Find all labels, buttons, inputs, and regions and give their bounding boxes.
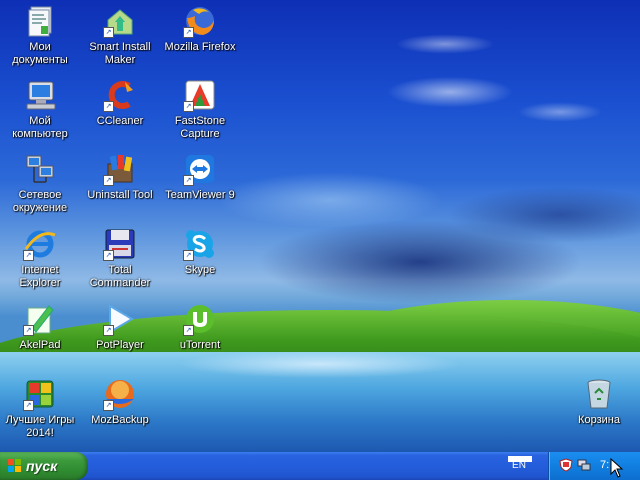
my-documents-icon — [23, 4, 57, 38]
shortcut-arrow-icon: ↗ — [103, 175, 114, 186]
language-bar — [508, 456, 532, 462]
shield-icon[interactable] — [559, 458, 573, 472]
utorrent-icon: ↗ — [183, 302, 217, 336]
desktop-icon-faststone-capture[interactable]: ↗ FastStone Capture — [161, 78, 239, 141]
smart-install-maker-icon: ↗ — [103, 4, 137, 38]
faststone-capture-icon: ↗ — [183, 78, 217, 112]
desktop[interactable]: Мои документы Мой компьютер Сетевое окру… — [0, 0, 640, 452]
shortcut-arrow-icon: ↗ — [183, 175, 194, 186]
desktop-icon-uninstall-tool[interactable]: ↗ Uninstall Tool — [81, 152, 159, 202]
shortcut-arrow-icon: ↗ — [23, 325, 34, 336]
my-computer-icon — [23, 78, 57, 112]
desktop-icon-label: Лучшие Игры 2014! — [5, 414, 75, 439]
desktop-icon-label: MozBackup — [91, 414, 149, 426]
teamviewer-icon: ↗ — [183, 152, 217, 186]
uninstall-tool-icon: ↗ — [103, 152, 137, 186]
desktop-icon-potplayer[interactable]: ↗ PotPlayer — [81, 302, 159, 352]
shortcut-arrow-icon: ↗ — [23, 250, 34, 261]
desktop-icon-label: Мой компьютер — [12, 115, 68, 140]
windows-logo-icon — [8, 459, 22, 473]
firefox-icon: ↗ — [183, 4, 217, 38]
desktop-icon-recycle-bin[interactable]: Корзина — [560, 377, 638, 427]
desktop-icon-teamviewer[interactable]: ↗ TeamViewer 9 — [161, 152, 239, 202]
mozbackup-icon: ↗ — [103, 377, 137, 411]
ccleaner-icon: ↗ — [103, 78, 137, 112]
desktop-icon-label: AkelPad — [19, 339, 61, 351]
desktop-icon-mozilla-firefox[interactable]: ↗ Mozilla Firefox — [161, 4, 239, 54]
language-indicator[interactable]: EN — [506, 456, 532, 472]
taskbar: пуск EN 7: — [0, 452, 640, 480]
start-button[interactable]: пуск — [0, 452, 88, 480]
desktop-icon-label: uTorrent — [179, 339, 221, 351]
internet-explorer-icon: ↗ — [23, 227, 57, 261]
total-commander-icon: ↗ — [103, 227, 137, 261]
desktop-icon-internet-explorer[interactable]: ↗ Internet Explorer — [1, 227, 79, 290]
desktop-icon-smart-install-maker[interactable]: ↗ Smart Install Maker — [81, 4, 159, 67]
desktop-icon-label: Total Commander — [89, 264, 151, 289]
network-icon[interactable] — [577, 458, 591, 472]
potplayer-icon: ↗ — [103, 302, 137, 336]
shortcut-arrow-icon: ↗ — [183, 27, 194, 38]
desktop-icon-label: Корзина — [578, 414, 620, 426]
desktop-icon-label: TeamViewer 9 — [165, 189, 235, 201]
system-tray — [548, 452, 640, 480]
desktop-icon-label: Mozilla Firefox — [164, 41, 236, 53]
shortcut-arrow-icon: ↗ — [103, 400, 114, 411]
shortcut-arrow-icon: ↗ — [103, 101, 114, 112]
desktop-icon-skype[interactable]: ↗ Skype — [161, 227, 239, 277]
desktop-icon-best-games[interactable]: ↗ Лучшие Игры 2014! — [1, 377, 79, 440]
desktop-icon-mozbackup[interactable]: ↗ MozBackup — [81, 377, 159, 427]
shortcut-arrow-icon: ↗ — [103, 325, 114, 336]
best-games-icon: ↗ — [23, 377, 57, 411]
mouse-cursor-icon — [610, 458, 624, 478]
shortcut-arrow-icon: ↗ — [183, 101, 194, 112]
shortcut-arrow-icon: ↗ — [103, 27, 114, 38]
desktop-icon-label: CCleaner — [96, 115, 144, 127]
desktop-icon-ccleaner[interactable]: ↗ CCleaner — [81, 78, 159, 128]
desktop-icon-akelpad[interactable]: ↗ AkelPad — [1, 302, 79, 352]
desktop-icon-network-places[interactable]: Сетевое окружение — [1, 152, 79, 215]
skype-icon: ↗ — [183, 227, 217, 261]
desktop-icon-my-computer[interactable]: Мой компьютер — [1, 78, 79, 141]
desktop-icon-label: PotPlayer — [96, 339, 144, 351]
desktop-icon-total-commander[interactable]: ↗ Total Commander — [81, 227, 159, 290]
desktop-icon-label: Internet Explorer — [19, 264, 61, 289]
clock[interactable]: 7: — [600, 459, 609, 471]
desktop-icon-label: Uninstall Tool — [87, 189, 153, 201]
desktop-icon-label: Мои документы — [12, 41, 68, 66]
shortcut-arrow-icon: ↗ — [183, 250, 194, 261]
start-button-label: пуск — [26, 458, 58, 474]
desktop-icon-label: Skype — [184, 264, 216, 276]
desktop-icon-my-documents[interactable]: Мои документы — [1, 4, 79, 67]
shortcut-arrow-icon: ↗ — [103, 250, 114, 261]
shortcut-arrow-icon: ↗ — [23, 400, 34, 411]
akelpad-icon: ↗ — [23, 302, 57, 336]
desktop-icon-label: FastStone Capture — [174, 115, 226, 140]
desktop-icon-label: Smart Install Maker — [89, 41, 151, 66]
desktop-icon-utorrent[interactable]: ↗ uTorrent — [161, 302, 239, 352]
recycle-bin-icon — [582, 377, 616, 411]
shortcut-arrow-icon: ↗ — [183, 325, 194, 336]
network-places-icon — [23, 152, 57, 186]
desktop-icon-label: Сетевое окружение — [12, 189, 68, 214]
